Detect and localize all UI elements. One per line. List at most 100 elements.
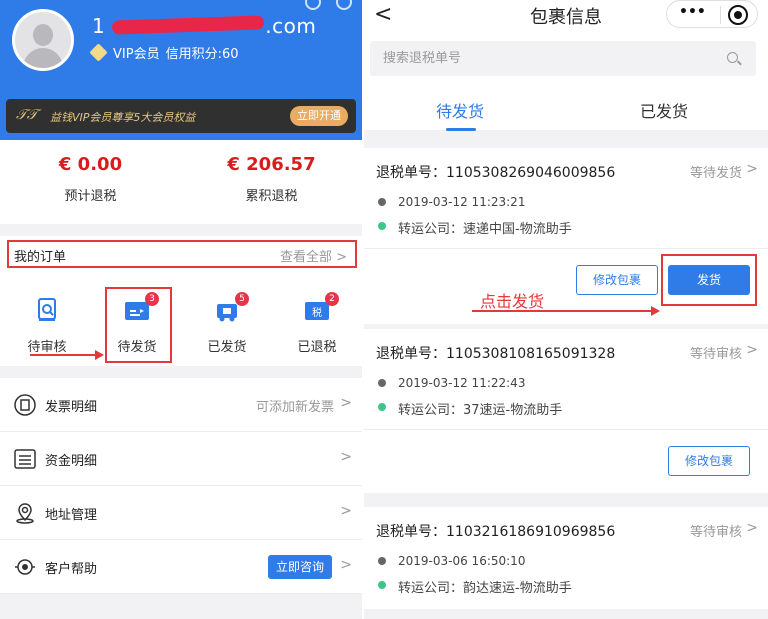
vip-info: VIP会员 信用积分:60 xyxy=(89,43,239,62)
carrier: 转运公司：速递中国-物流助手 xyxy=(398,222,572,237)
account-menu: 发票明细 可添加新发票 > 资金明细 > 地址管理 > 客户帮助 立即咨询 > xyxy=(0,378,362,594)
shipped-icon: 5 xyxy=(213,292,249,322)
package-header: < 包裹信息 ••• 待发货 已发货 xyxy=(364,0,768,131)
total-tax: € 206.57 累积退税 xyxy=(181,154,362,204)
annotation-arrow-left xyxy=(30,350,104,360)
edit-package-button[interactable]: 修改包裹 xyxy=(668,446,750,476)
status-dot-icon xyxy=(378,403,386,411)
menu-item-funds[interactable]: 资金明细 > xyxy=(0,432,362,486)
order-time: 2019-03-12 11:23:21 xyxy=(398,195,526,209)
refund-number: 退税单号：1105308269046009856 xyxy=(376,165,616,181)
member-center-panel: 1 .com VIP会员 信用积分:60 𝒯𝒯 益钱VIP会员尊享5大会员权益 立… xyxy=(0,0,362,619)
carrier: 转运公司：37速运-物流助手 xyxy=(398,403,563,418)
message-icon[interactable] xyxy=(305,0,321,10)
menu-item-label: 客户帮助 xyxy=(45,562,98,577)
svg-text:税: 税 xyxy=(312,306,322,319)
menu-item-help[interactable]: 客户帮助 立即咨询 > xyxy=(0,540,362,594)
mini-program-capsule: ••• xyxy=(666,0,758,28)
clock-icon xyxy=(378,198,386,206)
estimated-tax: € 0.00 预计退税 xyxy=(0,154,181,204)
chevron-right-icon: > xyxy=(340,557,352,573)
package-card[interactable]: 退税单号：1105308108165091328 等待审核 > 2019-03-… xyxy=(364,329,768,493)
vip-open-button[interactable]: 立即开通 xyxy=(290,106,348,126)
funds-icon xyxy=(14,449,36,469)
annotation-click-ship: 点击发货 xyxy=(480,292,545,311)
clock-icon xyxy=(378,379,386,387)
chevron-right-icon: > xyxy=(340,503,352,519)
refund-number: 退税单号：1103216186910969856 xyxy=(376,524,616,540)
menu-item-invoice[interactable]: 发票明细 可添加新发票 > xyxy=(0,378,362,432)
chevron-right-icon: > xyxy=(340,395,352,411)
menu-item-label: 地址管理 xyxy=(45,508,98,523)
tab-pending-ship[interactable]: 待发货 xyxy=(436,98,484,122)
order-status-shipped[interactable]: 5 已发货 xyxy=(182,276,272,366)
card-divider xyxy=(364,248,768,249)
order-status-row: 待审核 3 待发货 5 已发货 税 2 已退税 xyxy=(0,276,362,366)
order-status-pending-review[interactable]: 待审核 xyxy=(2,276,92,366)
invoice-icon xyxy=(14,394,36,416)
avatar[interactable] xyxy=(12,9,74,71)
order-status-tax-refunded[interactable]: 税 2 已退税 xyxy=(272,276,362,366)
package-info-panel: < 包裹信息 ••• 待发货 已发货 退税单号：1105308269046009… xyxy=(364,0,768,619)
clock-icon xyxy=(378,557,386,565)
estimated-tax-label: 预计退税 xyxy=(64,189,117,204)
package-card[interactable]: 退税单号：1103216186910969856 等待审核 > 2019-03-… xyxy=(364,507,768,609)
review-icon xyxy=(38,298,56,321)
my-orders-title: 我的订单 xyxy=(14,250,67,265)
tax-refunded-badge: 2 xyxy=(325,292,339,306)
screenshot-root: 1 .com VIP会员 信用积分:60 𝒯𝒯 益钱VIP会员尊享5大会员权益 立… xyxy=(0,0,768,619)
annotation-arrow-right xyxy=(472,306,660,316)
menu-item-label: 资金明细 xyxy=(45,454,98,469)
close-target-icon[interactable] xyxy=(728,5,748,25)
capsule-divider xyxy=(720,6,721,24)
vip-banner-text: 益钱VIP会员尊享5大会员权益 xyxy=(50,111,196,124)
tax-refunded-icon: 税 2 xyxy=(303,292,339,322)
total-tax-value: € 206.57 xyxy=(227,154,316,175)
order-status-label: 已发货 xyxy=(207,340,247,355)
estimated-tax-value: € 0.00 xyxy=(58,154,123,175)
profile-header: 1 .com VIP会员 信用积分:60 𝒯𝒯 益钱VIP会员尊享5大会员权益 立… xyxy=(0,0,362,140)
chevron-right-icon: > xyxy=(340,449,352,465)
chevron-right-icon: > xyxy=(746,161,758,177)
order-status: 等待审核 xyxy=(689,525,742,540)
edit-package-button[interactable]: 修改包裹 xyxy=(576,265,658,295)
order-status: 等待审核 xyxy=(689,347,742,362)
settings-icon[interactable] xyxy=(336,0,352,10)
avatar-head xyxy=(33,24,53,46)
credit-score: 信用积分:60 xyxy=(165,47,239,62)
consult-now-button[interactable]: 立即咨询 xyxy=(268,555,332,579)
order-status-label: 已退税 xyxy=(297,340,337,355)
annotation-box-orders: 我的订单 查看全部 > xyxy=(7,240,357,268)
chevron-right-icon: > xyxy=(746,520,758,536)
order-status: 等待发货 xyxy=(689,166,742,181)
chevron-right-icon: > xyxy=(746,342,758,358)
shipped-badge: 5 xyxy=(235,292,249,306)
status-dot-icon xyxy=(378,581,386,589)
location-icon xyxy=(16,503,34,524)
order-time: 2019-03-06 16:50:10 xyxy=(398,554,526,568)
order-time: 2019-03-12 11:22:43 xyxy=(398,376,526,390)
view-all-orders-link[interactable]: 查看全部 > xyxy=(280,246,347,265)
more-icon[interactable]: ••• xyxy=(679,4,706,20)
vip-diamond-icon xyxy=(89,43,108,62)
annotation-box-ship xyxy=(661,254,757,306)
menu-item-label: 发票明细 xyxy=(45,400,98,415)
refund-number: 退税单号：1105308108165091328 xyxy=(376,346,616,362)
annotation-box-pending-ship xyxy=(105,287,172,363)
tax-summary: € 0.00 预计退税 € 206.57 累积退税 xyxy=(0,140,362,224)
help-icon xyxy=(15,559,35,575)
search-icon[interactable] xyxy=(727,52,738,63)
avatar-body xyxy=(23,48,63,68)
active-tab-indicator xyxy=(446,128,476,131)
total-tax-label: 累积退税 xyxy=(245,189,298,204)
vip-banner[interactable]: 𝒯𝒯 益钱VIP会员尊享5大会员权益 立即开通 xyxy=(6,99,356,133)
card-divider xyxy=(364,429,768,430)
tab-shipped[interactable]: 已发货 xyxy=(640,98,688,122)
vip-label: VIP会员 xyxy=(113,47,160,62)
search-input[interactable] xyxy=(370,41,756,76)
carrier: 转运公司：韵达速运-物流助手 xyxy=(398,581,572,596)
menu-item-address[interactable]: 地址管理 > xyxy=(0,486,362,540)
my-orders-header[interactable]: 我的订单 查看全部 > xyxy=(0,236,362,276)
vip-logo: 𝒯𝒯 xyxy=(16,107,38,123)
order-status-label: 待审核 xyxy=(27,340,67,355)
